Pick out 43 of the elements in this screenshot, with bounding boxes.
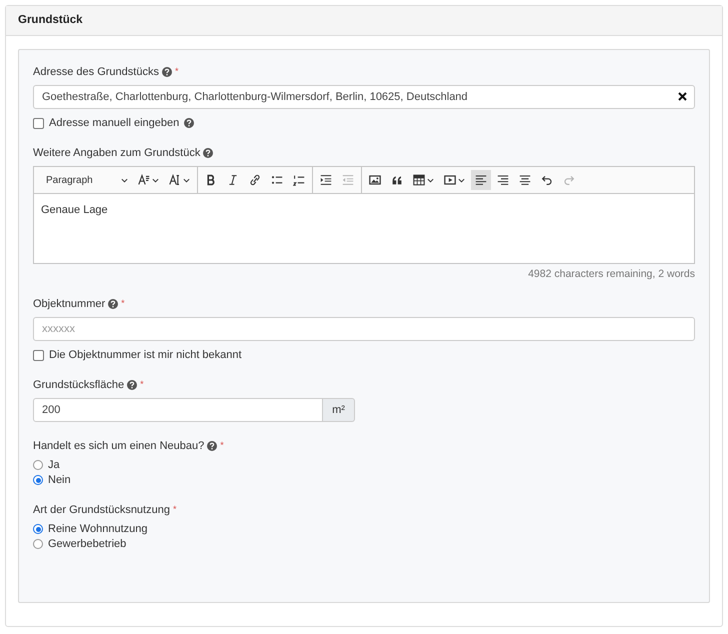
radio-label: Reine Wohnnutzung (48, 523, 148, 535)
help-icon[interactable] (207, 441, 218, 451)
field-label: Adresse des Grundstücks (33, 66, 159, 78)
object-number-field[interactable]: xxxxxx (33, 317, 695, 341)
font-family-icon (169, 174, 181, 186)
area-field[interactable]: 200 (33, 398, 323, 422)
media-icon (444, 174, 456, 186)
required-mark: * (121, 298, 125, 308)
checkbox-label: Adresse manuell eingeben (49, 117, 180, 129)
required-mark: * (220, 440, 224, 450)
radio-label: Gewerbebetrieb (48, 538, 126, 550)
table-icon (413, 174, 425, 186)
checkbox[interactable] (33, 118, 44, 128)
radio-label: Ja (48, 459, 60, 471)
help-icon[interactable] (127, 380, 138, 390)
checkbox-label: Die Objektnummer ist mir nicht bekannt (49, 349, 242, 361)
font-size-icon (138, 174, 150, 186)
address-field[interactable]: Goethestraße, Charlottenburg, Charlottenburg-Wilmersdorf, Berlin, 10625, Deutschland (33, 85, 695, 109)
clear-icon[interactable] (678, 92, 687, 101)
help-icon[interactable] (184, 118, 194, 128)
question-label: Handelt es sich um einen Neubau? (33, 440, 204, 452)
character-counter: 4982 characters remaining, 2 words (527, 268, 695, 280)
required-mark: * (174, 66, 178, 76)
field-label: Objektnummer (33, 298, 106, 310)
required-mark: * (172, 504, 176, 514)
required-mark: * (140, 379, 144, 389)
question-label: Art der Grundstücksnutzung (33, 504, 170, 516)
editor-content[interactable]: Genaue Lage (34, 194, 694, 263)
align-left-button[interactable] (471, 170, 491, 190)
checkbox[interactable] (33, 350, 44, 360)
help-icon[interactable] (162, 67, 172, 77)
field-label: Weitere Angaben zum Grundstück (33, 147, 200, 159)
radio-button[interactable] (33, 460, 43, 470)
radio-label: Nein (48, 474, 71, 486)
help-icon[interactable] (108, 299, 118, 309)
radio-button[interactable] (33, 539, 43, 549)
radio-button[interactable] (33, 524, 43, 534)
radio-button[interactable] (33, 475, 43, 485)
unit-addon: m² (323, 398, 355, 422)
card-title: Grundstück (18, 14, 83, 26)
paragraph-format-dropdown[interactable]: Paragraph (40, 170, 132, 190)
help-icon[interactable] (203, 148, 214, 158)
field-label: Grundstücksfläche (33, 379, 124, 391)
